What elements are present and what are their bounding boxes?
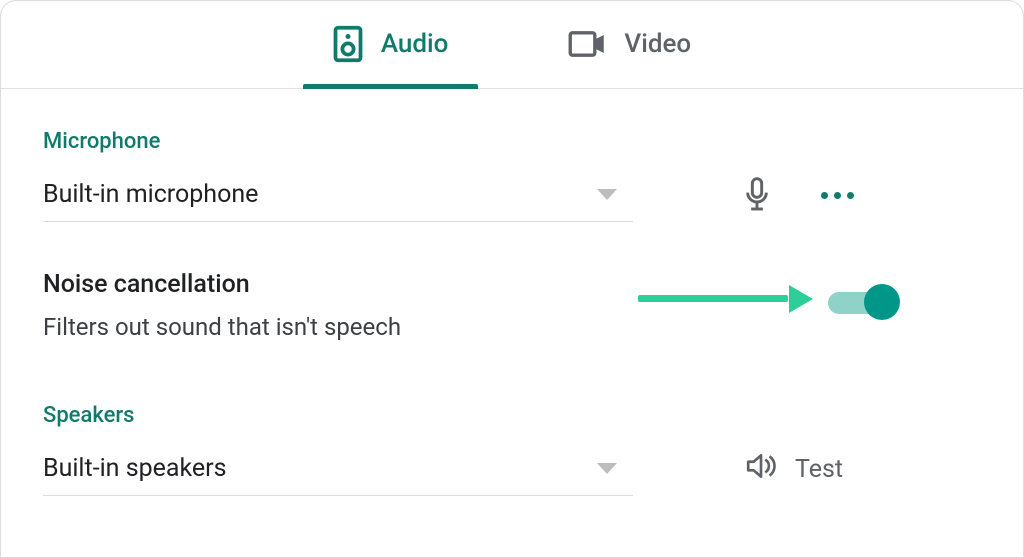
content-area: Microphone Built-in microphone xyxy=(1,89,1023,496)
chevron-down-icon xyxy=(597,189,617,200)
volume-icon xyxy=(745,451,777,488)
settings-panel: Audio Video Microphone Built-in micropho… xyxy=(0,0,1024,558)
microphone-select[interactable]: Built-in microphone xyxy=(43,168,633,222)
tabs-bar: Audio Video xyxy=(1,1,1023,89)
microphone-label: Microphone xyxy=(43,129,981,154)
microphone-selected-value: Built-in microphone xyxy=(43,180,258,209)
noise-cancellation-section: Noise cancellation Filters out sound tha… xyxy=(43,270,981,341)
more-options-button[interactable] xyxy=(821,192,854,199)
tab-video-label: Video xyxy=(624,29,691,59)
speakers-select[interactable]: Built-in speakers xyxy=(43,442,633,496)
speakers-selected-value: Built-in speakers xyxy=(43,454,227,483)
microphone-icon[interactable] xyxy=(743,177,771,213)
tab-audio[interactable]: Audio xyxy=(303,0,479,88)
test-speakers-button[interactable]: Test xyxy=(745,451,843,488)
tab-video[interactable]: Video xyxy=(538,0,721,88)
speaker-box-icon xyxy=(333,25,363,63)
tab-audio-label: Audio xyxy=(381,29,449,59)
video-camera-icon xyxy=(568,30,606,58)
test-button-label: Test xyxy=(795,455,843,484)
microphone-section: Microphone Built-in microphone xyxy=(43,129,981,222)
speakers-label: Speakers xyxy=(43,403,981,428)
chevron-down-icon xyxy=(597,463,617,474)
speakers-section: Speakers Built-in speakers xyxy=(43,403,981,496)
annotation-arrow xyxy=(638,292,813,304)
noise-cancellation-toggle[interactable] xyxy=(828,284,900,320)
